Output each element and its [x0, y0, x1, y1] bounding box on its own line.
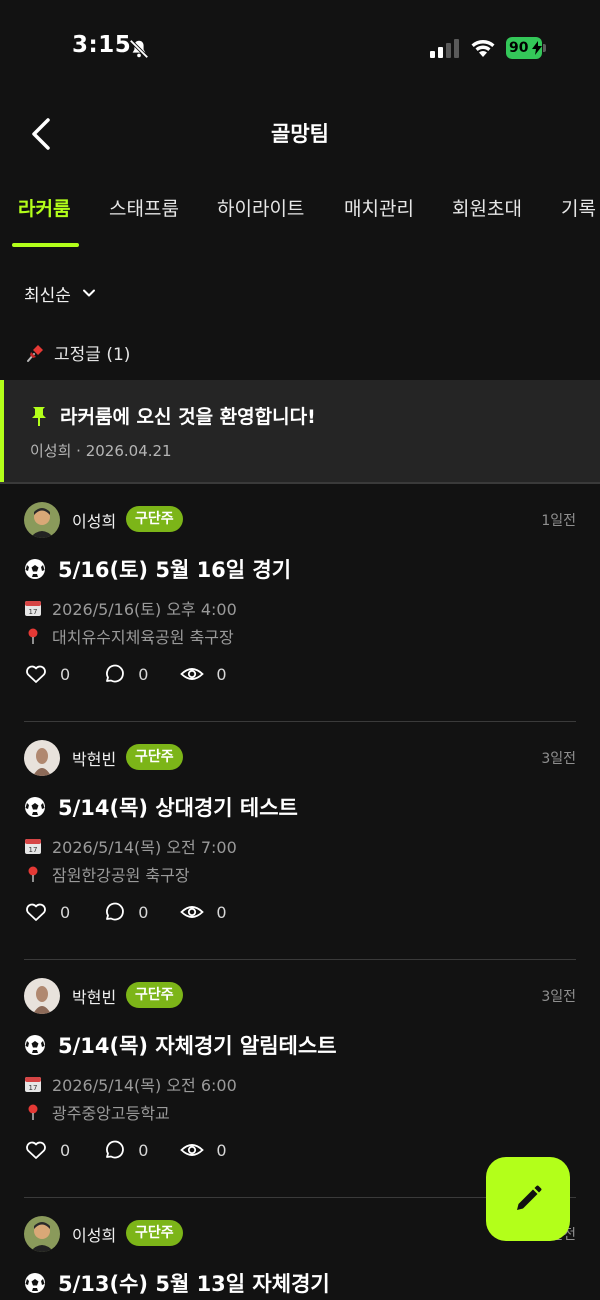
role-badge: 구단주 [126, 1220, 183, 1246]
active-tab-indicator [12, 243, 79, 247]
comment-count: 0 [138, 902, 149, 922]
post-title: 5/14(목) 상대경기 테스트 [58, 796, 298, 820]
location-pin-icon [28, 628, 38, 644]
post-time: 3일전 [541, 989, 576, 1005]
calendar-icon: 17 [25, 1077, 41, 1092]
pin-icon [32, 406, 46, 426]
soccer-ball-icon [25, 559, 45, 579]
comment-count: 0 [138, 664, 149, 684]
eye-icon [180, 668, 205, 680]
author-name: 이성희 [72, 1226, 117, 1245]
avatar [24, 740, 60, 776]
views-stat: 0 [180, 1138, 227, 1162]
like-count: 0 [60, 664, 71, 684]
sort-label: 최신순 [24, 285, 71, 306]
comment-icon [106, 1140, 125, 1159]
pinned-post[interactable]: 라커룸에 오신 것을 환영합니다! 이성희 · 2026.04.21 [0, 380, 600, 482]
like-count: 0 [60, 1140, 71, 1160]
heart-icon [26, 665, 46, 683]
eye-icon [180, 906, 205, 918]
views-stat: 0 [180, 662, 227, 686]
svg-text:17: 17 [29, 846, 38, 854]
post-datetime: 2026/5/14(목) 오전 7:00 [52, 838, 237, 857]
status-bar: 3:15 90 [0, 0, 600, 96]
like-count: 0 [60, 902, 71, 922]
heart-icon [26, 903, 46, 921]
view-count: 0 [216, 902, 227, 922]
calendar-icon: 17 [25, 839, 41, 854]
comment-icon [106, 902, 125, 921]
soccer-ball-icon [25, 797, 45, 817]
tab-bar: 라커룸 스태프룸 하이라이트 매치관리 회원초대 기록 [0, 186, 600, 248]
tab-lockerroom[interactable]: 라커룸 [18, 194, 70, 248]
tab-records[interactable]: 기록 [561, 194, 596, 248]
like-button[interactable]: 0 [24, 1138, 70, 1162]
post-item[interactable]: 이성희 구단주 1일전 5/16(토) 5월 16일 경기 17 2026/5/… [24, 484, 576, 722]
role-badge: 구단주 [126, 506, 183, 532]
wifi-icon [471, 40, 495, 57]
tab-staffroom[interactable]: 스태프룸 [109, 194, 179, 248]
like-button[interactable]: 0 [24, 662, 70, 686]
view-count: 0 [216, 1140, 227, 1160]
soccer-ball-icon [25, 1035, 45, 1055]
pinned-count: 고정글 (1) [54, 345, 131, 365]
sort-dropdown[interactable]: 최신순 [24, 278, 97, 308]
post-title: 5/14(목) 자체경기 알림테스트 [58, 1034, 337, 1058]
tab-highlights[interactable]: 하이라이트 [217, 194, 304, 248]
post-time: 3일전 [541, 751, 576, 767]
comment-button[interactable]: 0 [102, 900, 148, 924]
views-stat: 0 [180, 900, 227, 924]
bell-slash-icon [129, 39, 149, 59]
comment-icon [106, 664, 125, 683]
svg-text:17: 17 [29, 608, 38, 616]
tab-member-invite[interactable]: 회원초대 [452, 194, 522, 248]
pinned-post-meta: 이성희 · 2026.04.21 [30, 442, 172, 460]
post-location: 대치유수지체육공원 축구장 [52, 628, 234, 647]
comment-count: 0 [138, 1140, 149, 1160]
signal-icon [430, 39, 459, 58]
soccer-ball-icon [25, 1273, 45, 1293]
post-title: 5/13(수) 5월 13일 자체경기 [58, 1272, 330, 1296]
comment-button[interactable]: 0 [102, 1138, 148, 1162]
post-location: 광주중앙고등학교 [52, 1104, 170, 1123]
author-name: 박현빈 [72, 988, 117, 1007]
pushpin-icon [27, 344, 43, 362]
avatar [24, 1216, 60, 1252]
location-pin-icon [28, 866, 38, 882]
chevron-left-icon [32, 118, 50, 150]
avatar [24, 502, 60, 538]
tab-match-management[interactable]: 매치관리 [344, 194, 414, 248]
role-badge: 구단주 [126, 982, 183, 1008]
pinned-post-title: 라커룸에 오신 것을 환영합니다! [60, 406, 316, 428]
author-name: 박현빈 [72, 750, 117, 769]
battery-level: 90 [509, 40, 529, 56]
heart-icon [26, 1141, 46, 1159]
post-location: 잠원한강공원 축구장 [52, 866, 190, 885]
post-time: 1일전 [541, 513, 576, 529]
comment-button[interactable]: 0 [102, 662, 148, 686]
eye-icon [180, 1144, 205, 1156]
calendar-icon: 17 [25, 601, 41, 616]
like-button[interactable]: 0 [24, 900, 70, 924]
location-pin-icon [28, 1104, 38, 1120]
role-badge: 구단주 [126, 744, 183, 770]
svg-text:17: 17 [29, 1084, 38, 1092]
chevron-down-icon [82, 289, 95, 297]
post-title: 5/16(토) 5월 16일 경기 [58, 558, 292, 582]
status-time: 3:15 [72, 32, 132, 58]
charging-bolt-icon [532, 41, 542, 55]
author-name: 이성희 [72, 512, 117, 531]
post-item[interactable]: 박현빈 구단주 3일전 5/14(목) 상대경기 테스트 17 2026/5/1… [24, 722, 576, 960]
write-post-button[interactable] [486, 1157, 570, 1241]
post-datetime: 2026/5/16(토) 오후 4:00 [52, 600, 237, 619]
pinned-section-header: 고정글 (1) [24, 340, 130, 365]
battery-indicator: 90 [506, 37, 546, 59]
post-datetime: 2026/5/14(목) 오전 6:00 [52, 1076, 237, 1095]
back-button[interactable] [20, 112, 64, 156]
nav-bar: 골망팀 [0, 96, 600, 172]
view-count: 0 [216, 664, 227, 684]
avatar [24, 978, 60, 1014]
page-title: 골망팀 [271, 122, 329, 146]
pencil-icon [517, 1185, 542, 1210]
